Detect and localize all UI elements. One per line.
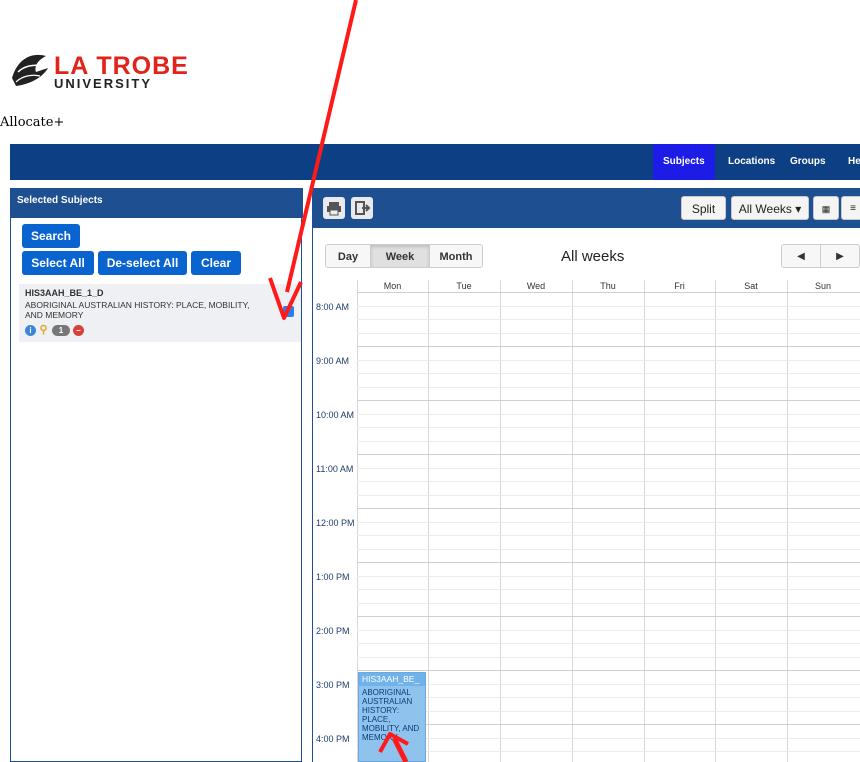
quarter-line [357, 319, 860, 320]
day-header: Fri [674, 281, 685, 291]
timetable-toolbar: Split All Weeks ▾ ▦ ≡ [313, 188, 860, 228]
quarter-line [357, 521, 860, 523]
hour-line [357, 292, 860, 293]
hour-line [357, 400, 860, 401]
remove-icon[interactable]: – [73, 325, 84, 336]
calendar-title: All weeks [561, 248, 625, 265]
week-grid: Mon Tue Wed Thu Fri Sat Sun 8:00 AM 9:00… [313, 280, 860, 762]
search-button[interactable]: Search [22, 224, 80, 248]
selected-subjects-panel: Selected Subjects Search Select All De-s… [10, 188, 303, 762]
day-header: Wed [526, 281, 546, 291]
weeks-dropdown[interactable]: All Weeks ▾ [731, 196, 809, 220]
quarter-line [357, 359, 860, 361]
time-label: 9:00 AM [316, 356, 350, 366]
magnifier-icon[interactable]: ⚲ [38, 325, 49, 336]
hour-line [357, 454, 860, 455]
quarter-line [357, 386, 860, 388]
quarter-line [357, 697, 860, 698]
timetable-panel: Split All Weeks ▾ ▦ ≡ Day Week Month All… [312, 188, 860, 762]
quarter-line [357, 643, 860, 644]
day-header: Sun [814, 281, 831, 291]
event-description: ABORIGINAL AUSTRALIAN HISTORY: PLACE, MO… [362, 688, 420, 742]
prev-week-icon[interactable]: ◀ [781, 244, 821, 268]
subject-select-checkbox[interactable]: ✓ [283, 306, 294, 317]
quarter-line [357, 535, 860, 536]
quarter-line [357, 602, 860, 604]
time-label: 12:00 PM [316, 518, 355, 528]
hour-line [357, 670, 860, 671]
info-icon[interactable]: i [25, 325, 36, 336]
quarter-line [357, 656, 860, 658]
quarter-line [357, 427, 860, 428]
day-header: Tue [456, 281, 472, 291]
subject-name: ABORIGINAL AUSTRALIAN HISTORY: PLACE, MO… [25, 300, 250, 320]
hour-line [357, 724, 860, 725]
quarter-line [357, 737, 860, 739]
quarter-line [357, 629, 860, 631]
nav-help[interactable]: He [838, 144, 860, 180]
hour-line [357, 346, 860, 347]
time-label: 3:00 PM [316, 680, 350, 690]
day-header: Sat [744, 281, 758, 291]
time-label: 11:00 AM [316, 464, 354, 474]
time-label: 2:00 PM [316, 626, 350, 636]
day-header: Mon [383, 281, 402, 291]
quarter-line [357, 710, 860, 712]
quarter-line [357, 751, 860, 752]
nav-subjects[interactable]: Subjects [653, 144, 715, 180]
hour-line [357, 616, 860, 617]
clear-button[interactable]: Clear [191, 251, 241, 275]
time-label: 8:00 AM [316, 302, 350, 312]
print-icon[interactable] [323, 197, 345, 219]
split-button[interactable]: Split [681, 196, 726, 220]
quarter-line [357, 683, 860, 685]
deselect-all-button[interactable]: De-select All [98, 251, 187, 275]
quarter-line [357, 481, 860, 482]
count-badge: 1 [52, 325, 70, 336]
brand-subtitle: UNIVERSITY [54, 76, 153, 91]
app-title: Allocate+ [0, 115, 65, 130]
export-icon[interactable] [351, 197, 373, 219]
quarter-line [357, 413, 860, 415]
subject-card[interactable]: HIS3AAH_BE_1_D ABORIGINAL AUSTRALIAN HIS… [19, 284, 301, 342]
quarter-line [357, 575, 860, 577]
class-event[interactable]: HIS3AAH_BE_ ABORIGINAL AUSTRALIAN HISTOR… [358, 672, 426, 762]
grid-view-icon[interactable]: ▦ [813, 196, 839, 220]
list-view-icon[interactable]: ≡ [841, 196, 860, 220]
time-label: 10:00 AM [316, 410, 355, 420]
quarter-line [357, 373, 860, 374]
select-all-button[interactable]: Select All [22, 251, 94, 275]
subject-code: HIS3AAH_BE_1_D [25, 288, 104, 298]
view-week-button[interactable]: Week [370, 244, 430, 268]
time-label: 4:00 PM [316, 734, 350, 744]
view-day-button[interactable]: Day [325, 244, 371, 268]
nav-groups[interactable]: Groups [780, 144, 836, 180]
quarter-line [357, 467, 860, 469]
nav-locations[interactable]: Locations [718, 144, 785, 180]
view-month-button[interactable]: Month [429, 244, 483, 268]
quarter-line [357, 548, 860, 550]
event-code: HIS3AAH_BE_ [359, 673, 425, 686]
day-header: Thu [600, 281, 616, 291]
quarter-line [357, 305, 860, 307]
top-nav-bar: Subjects Locations Groups He [10, 144, 860, 180]
quarter-line [357, 332, 860, 334]
time-label: 1:00 PM [316, 572, 350, 582]
hour-line [357, 508, 860, 509]
quarter-line [357, 494, 860, 496]
selected-subjects-header: Selected Subjects [11, 188, 303, 218]
next-week-icon[interactable]: ▶ [820, 244, 860, 268]
quarter-line [357, 440, 860, 442]
hour-line [357, 562, 860, 563]
quarter-line [357, 589, 860, 590]
